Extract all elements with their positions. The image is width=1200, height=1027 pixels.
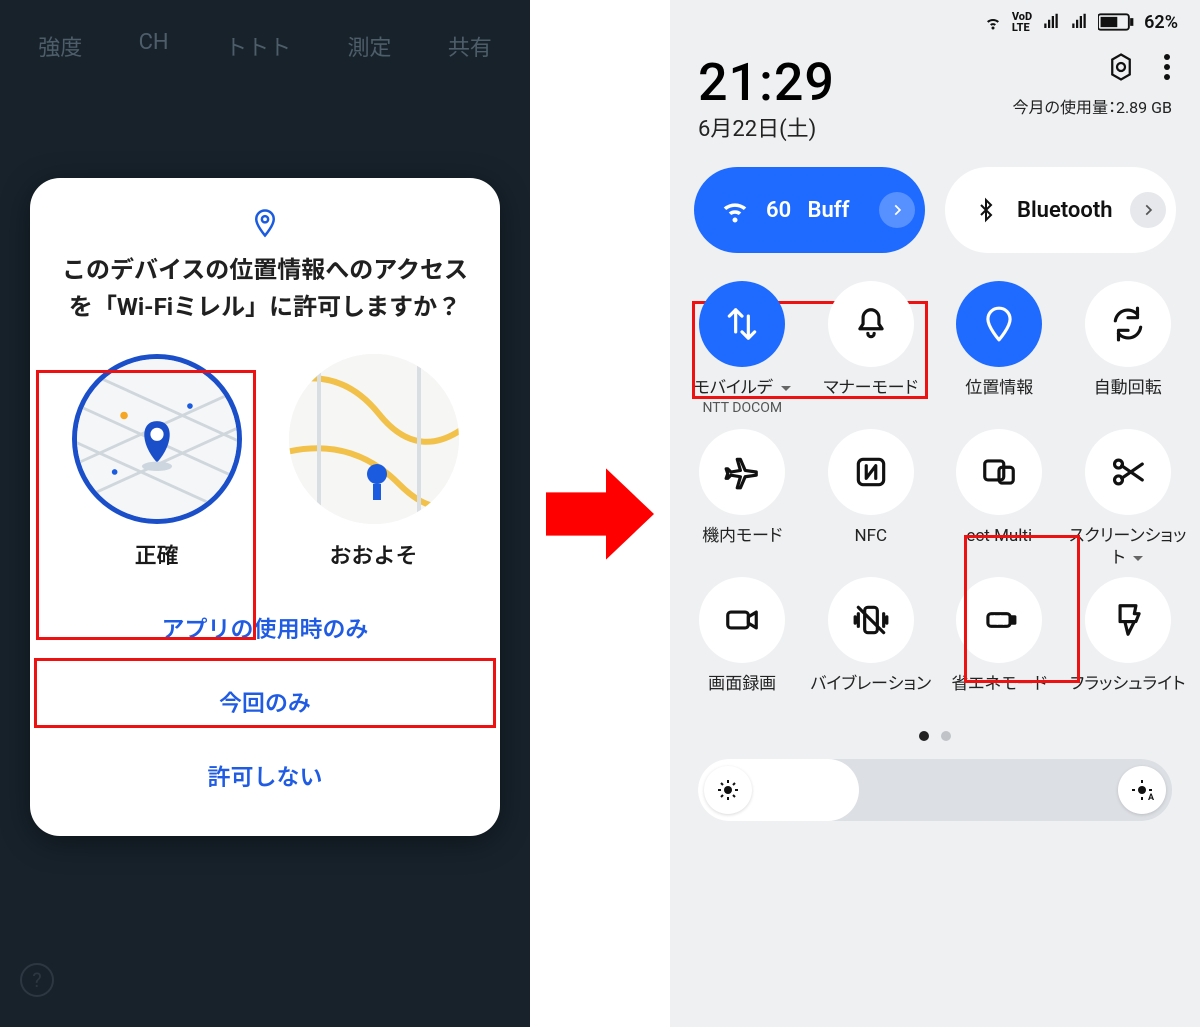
precise-map-icon bbox=[72, 354, 242, 524]
tile-label: 省エネモード bbox=[935, 673, 1064, 717]
wifi-icon bbox=[718, 195, 752, 225]
date: 6月22日(土) bbox=[698, 111, 835, 143]
location-pin-icon bbox=[250, 208, 280, 238]
wifi-label: 60 Buff bbox=[766, 198, 879, 223]
choice-precise[interactable]: 正確 bbox=[72, 344, 242, 570]
more-icon[interactable] bbox=[1162, 52, 1172, 82]
permission-dialog: このデバイスの位置情報へのアクセスを「Wi-Fiミレル」に許可しますか？ bbox=[30, 178, 500, 836]
tile-nfc[interactable]: NFC bbox=[807, 429, 936, 569]
tile-multi[interactable]: ect Multi bbox=[935, 429, 1064, 569]
status-bar: VoDLTE 62% bbox=[670, 0, 1200, 44]
big-tiles-row: 60 Buff Bluetooth bbox=[670, 145, 1200, 261]
svg-text:A: A bbox=[1148, 793, 1154, 802]
tile-screenshot[interactable]: スクリーンショット bbox=[1064, 429, 1193, 569]
phone-permission: 強度 CH トトト 測定 共有 ? このデバイスの位置情報へのアクセスを「Wi-… bbox=[0, 0, 530, 1027]
tile-label: 機内モード bbox=[678, 525, 807, 569]
precise-label: 正確 bbox=[72, 538, 242, 570]
tile-airplane[interactable]: 機内モード bbox=[678, 429, 807, 569]
step-arrow bbox=[530, 0, 670, 1027]
plane-icon bbox=[699, 429, 785, 515]
tile-eco[interactable]: 省エネモード bbox=[935, 577, 1064, 717]
allow-once-button[interactable]: 今回のみ bbox=[48, 664, 482, 738]
approx-label: おおよそ bbox=[289, 538, 459, 570]
vibrate-icon bbox=[828, 577, 914, 663]
tile-label: バイブレーション bbox=[807, 673, 936, 717]
tile-rotate[interactable]: 自動回転 bbox=[1064, 281, 1193, 421]
pager bbox=[670, 723, 1200, 759]
tile-label: マナーモード bbox=[807, 377, 936, 421]
nfc-icon bbox=[828, 429, 914, 515]
rotate-icon bbox=[1085, 281, 1171, 367]
volte-icon: VoDLTE bbox=[1012, 11, 1032, 33]
tile-label: スクリーンショット bbox=[1064, 525, 1193, 569]
flash-icon bbox=[1085, 577, 1171, 663]
brightness-slider[interactable]: A bbox=[698, 759, 1172, 821]
arrow-right-icon bbox=[540, 454, 660, 574]
wifi-tile[interactable]: 60 Buff bbox=[694, 167, 925, 253]
allow-while-using-button[interactable]: アプリの使用時のみ bbox=[48, 590, 482, 664]
clock: 21:29 bbox=[698, 52, 835, 113]
swap-icon bbox=[699, 281, 785, 367]
chevron-right-icon[interactable] bbox=[1130, 192, 1166, 228]
phone-quicksettings: VoDLTE 62% 21:29 6月22日(土) 今月の使用量：2.89 GB bbox=[670, 0, 1200, 1027]
chevron-right-icon[interactable] bbox=[879, 192, 915, 228]
tile-label: 位置情報 bbox=[935, 377, 1064, 421]
tile-vibrate[interactable]: バイブレーション bbox=[807, 577, 936, 717]
tile-mobile[interactable]: モバイルデ NTT DOCOM bbox=[678, 281, 807, 421]
bluetooth-icon bbox=[969, 195, 1003, 225]
tile-manner[interactable]: マナーモード bbox=[807, 281, 936, 421]
accuracy-choices: 正確 bbox=[48, 344, 482, 570]
deny-button[interactable]: 許可しない bbox=[48, 738, 482, 812]
bg-tab: CH bbox=[139, 30, 169, 62]
bluetooth-tile[interactable]: Bluetooth bbox=[945, 167, 1176, 253]
tile-label: NFC bbox=[807, 525, 936, 569]
settings-gear-icon[interactable] bbox=[1106, 52, 1136, 82]
pin-icon bbox=[956, 281, 1042, 367]
approx-map-icon bbox=[289, 354, 459, 524]
background-tabs: 強度 CH トトト 測定 共有 bbox=[0, 0, 530, 92]
bg-tab: 強度 bbox=[38, 30, 82, 62]
scissors-icon bbox=[1085, 429, 1171, 515]
dialog-title: このデバイスの位置情報へのアクセスを「Wi-Fiミレル」に許可しますか？ bbox=[48, 252, 482, 344]
tile-location[interactable]: 位置情報 bbox=[935, 281, 1064, 421]
tile-label: モバイルデ NTT DOCOM bbox=[678, 377, 807, 421]
signal-icon bbox=[1070, 13, 1088, 31]
battery-percent: 62% bbox=[1144, 12, 1178, 33]
tile-label: 画面録画 bbox=[678, 673, 807, 717]
battery-icon bbox=[1098, 13, 1134, 31]
tile-record[interactable]: 画面録画 bbox=[678, 577, 807, 717]
help-icon: ? bbox=[20, 963, 54, 997]
bg-tab: 測定 bbox=[347, 30, 391, 62]
bg-tab: トトト bbox=[225, 30, 291, 62]
tile-label: ect Multi bbox=[935, 525, 1064, 569]
signal-icon bbox=[1042, 13, 1060, 31]
tile-label: 自動回転 bbox=[1064, 377, 1193, 421]
eco-icon bbox=[956, 577, 1042, 663]
choice-approx[interactable]: おおよそ bbox=[289, 344, 459, 570]
pager-dot bbox=[941, 731, 951, 741]
tile-flash[interactable]: フラッシュライト bbox=[1064, 577, 1193, 717]
pager-dot bbox=[919, 731, 929, 741]
tile-label: フラッシュライト bbox=[1064, 673, 1193, 717]
multi-icon bbox=[956, 429, 1042, 515]
bell-icon bbox=[828, 281, 914, 367]
record-icon bbox=[699, 577, 785, 663]
brightness-low-icon bbox=[704, 766, 752, 814]
qs-header: 21:29 6月22日(土) 今月の使用量：2.89 GB bbox=[670, 44, 1200, 145]
tile-grid: モバイルデ NTT DOCOMマナーモード位置情報自動回転機内モードNFCect… bbox=[670, 261, 1200, 723]
bg-tab: 共有 bbox=[448, 30, 492, 62]
brightness-auto-icon[interactable]: A bbox=[1118, 766, 1166, 814]
wifi-icon bbox=[984, 13, 1002, 31]
bluetooth-label: Bluetooth bbox=[1017, 198, 1130, 223]
data-usage: 今月の使用量：2.89 GB bbox=[1013, 94, 1172, 118]
